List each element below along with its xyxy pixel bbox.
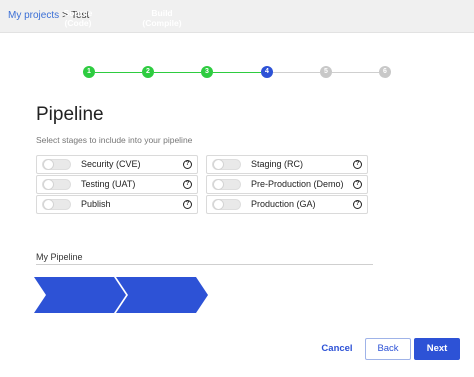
pipeline-stage-build[interactable]: [116, 277, 208, 313]
page-subtitle: Select stages to include into your pipel…: [36, 135, 193, 145]
toggle-knob: [213, 179, 224, 190]
toggle-knob: [213, 159, 224, 170]
stage-label: Pre-Production (Demo): [251, 179, 344, 189]
stage-staging[interactable]: Staging (RC) ?: [206, 155, 368, 174]
stage-toggle[interactable]: [212, 159, 241, 170]
stage-security[interactable]: Security (CVE) ?: [36, 155, 198, 174]
step-connector: [95, 72, 142, 73]
cancel-button[interactable]: Cancel: [314, 339, 360, 359]
stage-publish[interactable]: Publish ?: [36, 195, 198, 214]
stage-label: Publish: [81, 199, 111, 209]
step-connector: [213, 72, 261, 73]
chevron-line2: (Code): [64, 18, 92, 28]
stage-toggle[interactable]: [42, 179, 71, 190]
step-6[interactable]: 6: [379, 66, 391, 78]
chevron-line1: Source: [63, 8, 93, 18]
stage-pre-production[interactable]: Pre-Production (Demo) ?: [206, 175, 368, 194]
stage-label: Production (GA): [251, 199, 316, 209]
pipeline-stage-build-label: Build (Compile): [128, 0, 196, 36]
step-connector: [332, 72, 379, 73]
stage-testing[interactable]: Testing (UAT) ?: [36, 175, 198, 194]
question-circle-icon[interactable]: ?: [353, 160, 362, 169]
step-2[interactable]: 2: [142, 66, 154, 78]
step-5[interactable]: 5: [320, 66, 332, 78]
step-connector: [273, 72, 320, 73]
toggle-knob: [213, 199, 224, 210]
pipeline-stage-source[interactable]: [34, 277, 126, 313]
question-circle-icon[interactable]: ?: [183, 160, 192, 169]
toggle-knob: [43, 199, 54, 210]
question-circle-icon[interactable]: ?: [183, 200, 192, 209]
step-1[interactable]: 1: [83, 66, 95, 78]
stage-label: Testing (UAT): [81, 179, 136, 189]
chevron-shape: [116, 277, 208, 313]
chevron-shape: [34, 277, 126, 313]
stage-toggle[interactable]: [212, 199, 241, 210]
stage-toggle[interactable]: [42, 159, 71, 170]
pipeline-stage-source-label: Source (Code): [46, 0, 110, 36]
wizard-stepper: 1 2 3 4 5 6: [83, 66, 391, 80]
my-pipeline-label: My Pipeline: [36, 252, 83, 262]
next-button[interactable]: Next: [414, 338, 460, 360]
chevron-line1: Build: [151, 8, 173, 18]
stage-label: Staging (RC): [251, 159, 304, 169]
stage-production[interactable]: Production (GA) ?: [206, 195, 368, 214]
question-circle-icon[interactable]: ?: [183, 180, 192, 189]
page-title: Pipeline: [36, 104, 104, 125]
toggle-knob: [43, 159, 54, 170]
toggle-knob: [43, 179, 54, 190]
section-divider: [36, 264, 373, 265]
chevron-line2: (Compile): [142, 18, 182, 28]
stage-toggle[interactable]: [212, 179, 241, 190]
stage-toggle[interactable]: [42, 199, 71, 210]
step-4[interactable]: 4: [261, 66, 273, 78]
step-3[interactable]: 3: [201, 66, 213, 78]
back-button[interactable]: Back: [365, 338, 411, 360]
question-circle-icon[interactable]: ?: [353, 200, 362, 209]
step-connector: [154, 72, 201, 73]
question-circle-icon[interactable]: ?: [353, 180, 362, 189]
stage-label: Security (CVE): [81, 159, 141, 169]
